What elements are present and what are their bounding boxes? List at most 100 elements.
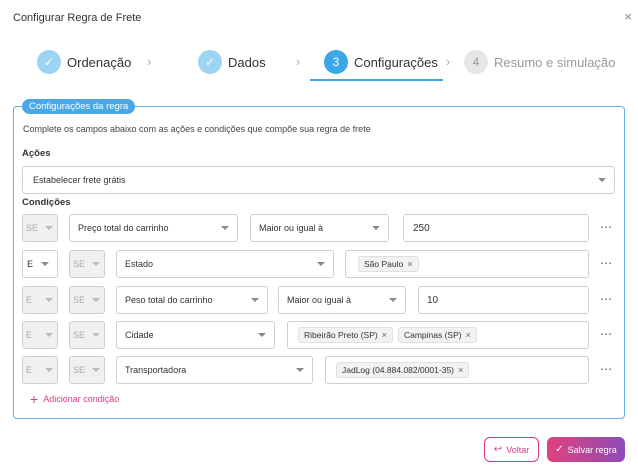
- operator-value: Maior ou igual à: [259, 223, 324, 233]
- step-label: Configurações: [354, 54, 438, 70]
- condition-connector-select: E: [22, 356, 58, 384]
- back-label: Voltar: [506, 444, 530, 455]
- connector-value: E: [27, 259, 34, 269]
- connector-value: E: [26, 295, 33, 305]
- field-value: Cidade: [125, 330, 154, 340]
- chevron-down-icon: [317, 262, 325, 266]
- prefix-value: SE: [73, 259, 86, 269]
- tag-chip: Ribeirão Preto (SP) ×: [298, 327, 393, 343]
- remove-tag-icon[interactable]: ×: [458, 365, 463, 375]
- step-4-number: 4: [464, 50, 488, 74]
- step-resumo[interactable]: 4 Resumo e simulação: [464, 50, 615, 74]
- back-button[interactable]: ↩ Voltar: [484, 437, 539, 462]
- field-value: Preço total do carrinho: [78, 223, 169, 233]
- condition-field-select[interactable]: Peso total do carrinho: [116, 286, 268, 314]
- chevron-right-icon: ›: [296, 54, 301, 69]
- field-value: Estado: [125, 259, 154, 269]
- prefix-value: SE: [73, 365, 86, 375]
- add-condition-label: Adicionar condição: [43, 394, 120, 404]
- stepper: ✓ Ordenação › ✓ Dados › 3 Configurações …: [0, 46, 638, 82]
- active-step-underline: [310, 79, 443, 81]
- more-options-icon[interactable]: ⋯: [600, 327, 613, 341]
- more-options-icon[interactable]: ⋯: [600, 256, 613, 270]
- close-icon[interactable]: ×: [624, 9, 632, 24]
- condition-operator-select[interactable]: Maior ou igual à: [278, 286, 406, 314]
- condition-field-select[interactable]: Transportadora: [116, 356, 313, 384]
- condition-field-select[interactable]: Cidade: [116, 321, 275, 349]
- condition-prefix-select: SE: [69, 356, 105, 384]
- save-rule-button[interactable]: ✓ Salvar regra: [547, 437, 625, 462]
- chevron-down-icon: [598, 178, 606, 182]
- operator-value: Maior ou igual à: [287, 295, 352, 305]
- condition-connector-select[interactable]: E: [22, 250, 58, 278]
- step-3-number: 3: [324, 50, 348, 74]
- condition-tags-select[interactable]: JadLog (04.884.082/0001-35) ×: [325, 356, 589, 384]
- chevron-down-icon: [372, 226, 380, 230]
- chevron-down-icon: [258, 333, 266, 337]
- tag-chip: Campinas (SP) ×: [397, 327, 477, 343]
- condition-tags-select[interactable]: São Paulo ×: [345, 250, 589, 278]
- chevron-down-icon: [92, 298, 100, 302]
- step-1-check-icon: ✓: [37, 50, 61, 74]
- step-2-check-icon: ✓: [198, 50, 222, 74]
- step-ordenacao[interactable]: ✓ Ordenação: [37, 50, 131, 74]
- condition-field-select[interactable]: Estado: [116, 250, 334, 278]
- condition-connector-select: E: [22, 321, 58, 349]
- more-options-icon[interactable]: ⋯: [600, 220, 613, 234]
- chevron-down-icon: [389, 298, 397, 302]
- condition-value-input[interactable]: 250: [403, 214, 589, 242]
- tag-label: Campinas (SP): [403, 330, 462, 340]
- panel-description: Complete os campos abaixo com as ações e…: [23, 124, 371, 134]
- chevron-down-icon: [45, 298, 53, 302]
- remove-tag-icon[interactable]: ×: [407, 259, 412, 269]
- chevron-down-icon: [45, 368, 53, 372]
- chevron-right-icon: ›: [147, 54, 152, 69]
- actions-label: Ações: [22, 148, 51, 159]
- more-options-icon[interactable]: ⋯: [600, 362, 613, 376]
- chevron-down-icon: [251, 298, 259, 302]
- step-label: Dados: [228, 54, 266, 70]
- step-dados[interactable]: ✓ Dados: [198, 50, 266, 74]
- check-icon: ✓: [555, 444, 564, 455]
- chevron-down-icon: [41, 262, 49, 266]
- plus-icon: +: [30, 391, 39, 407]
- action-select-value: Estabelecer frete grátis: [33, 175, 126, 185]
- chevron-right-icon: ›: [446, 54, 451, 69]
- connector-value: E: [26, 365, 33, 375]
- chevron-down-icon: [92, 368, 100, 372]
- panel-legend: Configurações da regra: [22, 99, 136, 114]
- conditions-label: Condições: [22, 197, 71, 208]
- step-label: Resumo e simulação: [494, 54, 616, 70]
- condition-prefix-select: SE: [69, 321, 105, 349]
- condition-operator-select[interactable]: Maior ou igual à: [250, 214, 389, 242]
- more-options-icon[interactable]: ⋯: [600, 292, 613, 306]
- chevron-down-icon: [296, 368, 304, 372]
- connector-value: E: [26, 330, 33, 340]
- action-select[interactable]: Estabelecer frete grátis: [22, 166, 615, 194]
- tag-chip: São Paulo ×: [358, 256, 419, 272]
- condition-field-select[interactable]: Preço total do carrinho: [69, 214, 238, 242]
- value-text: 10: [427, 294, 439, 306]
- tag-chip: JadLog (04.884.082/0001-35) ×: [336, 362, 470, 378]
- chevron-down-icon: [92, 262, 100, 266]
- condition-prefix-select: SE: [69, 250, 105, 278]
- step-configuracoes[interactable]: 3 Configurações: [324, 50, 438, 74]
- prefix-value: SE: [73, 295, 86, 305]
- remove-tag-icon[interactable]: ×: [382, 330, 387, 340]
- tag-label: Ribeirão Preto (SP): [304, 330, 378, 340]
- tag-label: São Paulo: [364, 259, 404, 269]
- chevron-down-icon: [221, 226, 229, 230]
- prefix-value: SE: [26, 223, 39, 233]
- dialog-title: Configurar Regra de Frete: [13, 12, 142, 24]
- chevron-down-icon: [45, 226, 53, 230]
- add-condition-button[interactable]: + Adicionar condição: [30, 391, 119, 407]
- condition-value-input[interactable]: 10: [418, 286, 589, 314]
- save-label: Salvar regra: [567, 444, 617, 455]
- condition-tags-select[interactable]: Ribeirão Preto (SP) × Campinas (SP) ×: [287, 321, 589, 349]
- remove-tag-icon[interactable]: ×: [466, 330, 471, 340]
- step-label: Ordenação: [67, 54, 132, 70]
- chevron-down-icon: [92, 333, 100, 337]
- tag-label: JadLog (04.884.082/0001-35): [342, 365, 455, 375]
- condition-prefix-select: SE: [69, 286, 105, 314]
- condition-connector-select: E: [22, 286, 58, 314]
